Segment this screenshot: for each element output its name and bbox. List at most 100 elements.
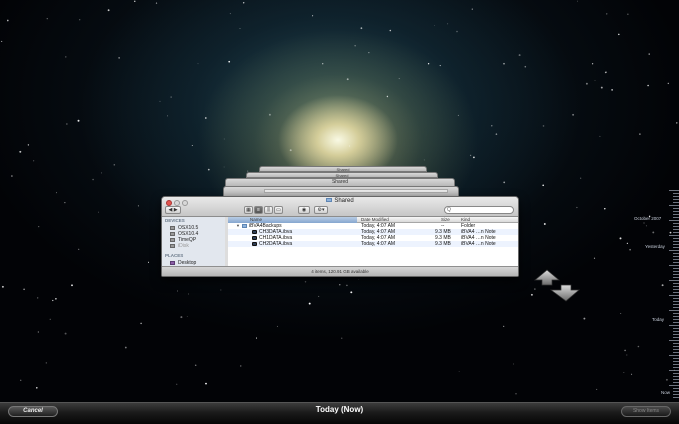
timeline-tick[interactable] (673, 271, 679, 272)
timeline-tick[interactable] (669, 295, 679, 296)
timeline-tick[interactable] (673, 241, 679, 242)
star (92, 178, 94, 181)
timeline-tick[interactable] (673, 196, 679, 197)
timeline-tick[interactable] (673, 256, 679, 257)
finder-window[interactable]: Shared ◀ ▶ ▦ ≡ ⫼ ▭ ◉ ⚙▾ Q DEVICES OSX10.… (161, 196, 519, 277)
timeline-tick[interactable] (673, 193, 679, 194)
view-coverflow-button[interactable]: ▭ (274, 206, 283, 214)
timeline-tick[interactable] (673, 331, 679, 332)
quick-look-eye-icon[interactable]: ◉ (298, 206, 310, 214)
timeline-tick[interactable] (673, 208, 679, 209)
timeline-tick[interactable] (673, 349, 679, 350)
timeline-tick[interactable] (673, 301, 679, 302)
timeline-tick[interactable] (673, 364, 679, 365)
timeline-tick[interactable] (673, 391, 679, 392)
timeline-tick[interactable] (673, 214, 679, 215)
timeline[interactable] (662, 190, 679, 400)
timeline-tick[interactable] (673, 247, 679, 248)
star (23, 288, 25, 291)
ibva-file-icon (252, 235, 257, 240)
timeline-label-now[interactable]: Now (661, 390, 670, 395)
timeline-tick[interactable] (673, 376, 679, 377)
timeline-tick[interactable] (669, 325, 679, 326)
timeline-tick[interactable] (673, 262, 679, 263)
timeline-tick[interactable] (673, 286, 679, 287)
timeline-tick[interactable] (673, 361, 679, 362)
timeline-label-october[interactable]: October 2007 (634, 216, 661, 221)
timeline-tick[interactable] (669, 235, 679, 236)
timeline-tick[interactable] (673, 379, 679, 380)
timeline-tick[interactable] (669, 265, 679, 266)
timeline-tick[interactable] (673, 322, 679, 323)
timeline-tick[interactable] (673, 397, 679, 398)
timeline-tick[interactable] (673, 238, 679, 239)
timeline-tick[interactable] (673, 229, 679, 230)
timeline-tick[interactable] (669, 340, 679, 341)
timeline-tick[interactable] (669, 250, 679, 251)
current-time-label: Today (Now) (315, 405, 364, 414)
title-bar[interactable]: Shared ◀ ▶ ▦ ≡ ⫼ ▭ ◉ ⚙▾ Q (162, 197, 518, 217)
timeline-tick[interactable] (673, 328, 679, 329)
timeline-tick[interactable] (673, 394, 679, 395)
timeline-tick[interactable] (673, 289, 679, 290)
star (312, 15, 314, 17)
timeline-tick[interactable] (673, 352, 679, 353)
timeline-tick[interactable] (673, 259, 679, 260)
view-list-button[interactable]: ≡ (254, 206, 263, 214)
timeline-tick[interactable] (673, 244, 679, 245)
timeline-tick[interactable] (673, 199, 679, 200)
timeline-tick[interactable] (673, 313, 679, 314)
search-input[interactable]: Q (444, 206, 514, 214)
timeline-tick[interactable] (673, 382, 679, 383)
timeline-tick[interactable] (673, 226, 679, 227)
timeline-tick[interactable] (673, 232, 679, 233)
star (515, 393, 517, 395)
timeline-tick[interactable] (673, 277, 679, 278)
timeline-tick[interactable] (673, 217, 679, 218)
timeline-tick[interactable] (673, 358, 679, 359)
timeline-tick[interactable] (673, 334, 679, 335)
arrow-down-icon[interactable] (549, 284, 580, 302)
timeline-tick[interactable] (669, 370, 679, 371)
timeline-tick[interactable] (673, 346, 679, 347)
timeline-tick[interactable] (669, 205, 679, 206)
timeline-tick[interactable] (673, 388, 679, 389)
restore-button[interactable]: Show Items (621, 406, 671, 417)
timeline-tick[interactable] (673, 211, 679, 212)
arrow-up-icon[interactable] (534, 269, 560, 286)
timeline-tick[interactable] (673, 268, 679, 269)
timeline-tick[interactable] (673, 223, 679, 224)
sidebar-item-idisk[interactable]: iDisk (170, 243, 189, 249)
view-icon-button[interactable]: ▦ (244, 206, 253, 214)
timeline-tick[interactable] (673, 298, 679, 299)
action-gear-icon[interactable]: ⚙▾ (314, 206, 328, 214)
timeline-tick[interactable] (669, 190, 679, 191)
timeline-tick[interactable] (669, 310, 679, 311)
timeline-tick[interactable] (673, 274, 679, 275)
view-column-button[interactable]: ⫼ (264, 206, 273, 214)
timeline-label-yesterday[interactable]: Yesterday (645, 244, 665, 249)
star (242, 2, 245, 4)
timeline-tick[interactable] (673, 316, 679, 317)
star (624, 349, 626, 352)
timeline-tick[interactable] (673, 343, 679, 344)
timeline-tick[interactable] (669, 355, 679, 356)
timeline-tick[interactable] (673, 292, 679, 293)
timeline-tick[interactable] (673, 304, 679, 305)
timeline-tick[interactable] (673, 319, 679, 320)
timeline-tick[interactable] (673, 307, 679, 308)
timeline-tick[interactable] (673, 253, 679, 254)
star (368, 52, 370, 54)
back-forward-button[interactable]: ◀ ▶ (165, 206, 181, 214)
timeline-tick[interactable] (673, 202, 679, 203)
table-row[interactable]: CH2DATA.ibva Today, 4:07 AM 9.3 MB iBVA4… (228, 241, 518, 247)
star (593, 257, 596, 259)
timeline-tick[interactable] (673, 337, 679, 338)
timeline-label-today[interactable]: Today (652, 317, 664, 322)
timeline-tick[interactable] (673, 373, 679, 374)
timeline-tick[interactable] (673, 283, 679, 284)
timeline-tick[interactable] (669, 280, 679, 281)
timeline-tick[interactable] (673, 367, 679, 368)
timeline-tick[interactable] (669, 385, 679, 386)
timeline-tick[interactable] (669, 220, 679, 221)
